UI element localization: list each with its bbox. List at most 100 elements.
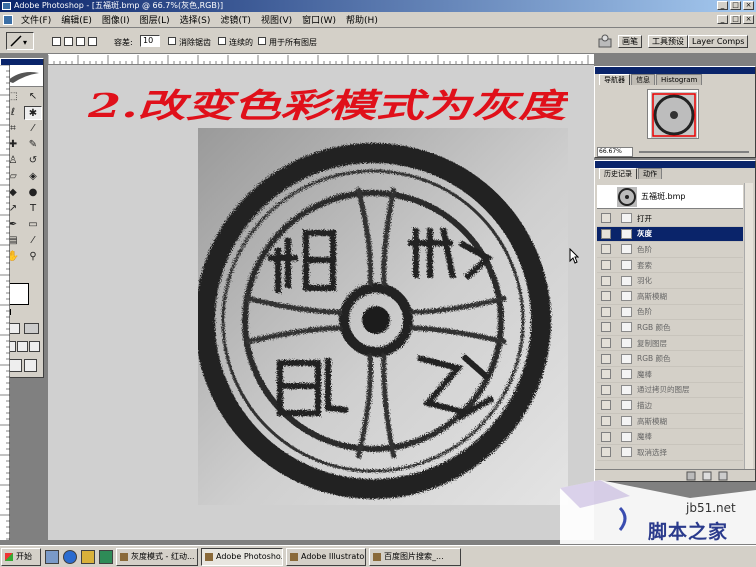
- history-brush-source-icon[interactable]: [601, 275, 611, 286]
- minimize-button[interactable]: _: [717, 1, 728, 10]
- taskbar-task-button[interactable]: Adobe Photosho...: [201, 547, 283, 566]
- subtract-selection-button[interactable]: [76, 37, 85, 46]
- tab-navigator[interactable]: 导航器: [599, 74, 630, 85]
- all-layers-checkbox[interactable]: [258, 37, 266, 45]
- tab-info[interactable]: 信息: [631, 74, 655, 85]
- zoom-tool-icon[interactable]: ⚲: [24, 250, 42, 264]
- dodge-tool-icon[interactable]: ●: [24, 186, 42, 200]
- history-brush-source-icon[interactable]: [601, 338, 611, 349]
- history-brush-source-icon[interactable]: [601, 431, 611, 442]
- palette-tab-layer-comps[interactable]: Layer Comps: [688, 35, 749, 48]
- history-brush-tool-icon[interactable]: ↺: [24, 154, 42, 168]
- history-brush-source-icon[interactable]: [601, 244, 611, 255]
- full-screen-menu-mode-icon[interactable]: [17, 341, 28, 352]
- new-selection-button[interactable]: [52, 37, 61, 46]
- intersect-selection-button[interactable]: [88, 37, 97, 46]
- tool-preset-picker[interactable]: ▾: [6, 32, 34, 50]
- foreground-color-swatch[interactable]: [7, 283, 29, 305]
- navigator-thumbnail[interactable]: [647, 89, 699, 139]
- history-step[interactable]: 魔棒: [597, 367, 743, 383]
- paint-bucket-tool-icon[interactable]: ◈: [24, 170, 42, 184]
- menu-help[interactable]: 帮助(H): [341, 13, 383, 26]
- history-step[interactable]: 羽化: [597, 273, 743, 289]
- history-brush-source-icon[interactable]: [601, 353, 611, 364]
- history-step[interactable]: 描边: [597, 398, 743, 414]
- tab-histogram[interactable]: Histogram: [656, 74, 703, 85]
- magic-wand-tool-icon[interactable]: ✱: [24, 106, 42, 120]
- eyedropper-tool-icon[interactable]: ⁄: [24, 234, 42, 248]
- history-step[interactable]: 套索: [597, 258, 743, 274]
- palette-tab-tool-presets[interactable]: 工具预设: [648, 35, 688, 48]
- screen-mode-buttons: [5, 341, 41, 353]
- doc-minimize-button[interactable]: _: [717, 15, 728, 24]
- palette-well-icon[interactable]: [598, 34, 612, 48]
- contiguous-checkbox[interactable]: [218, 37, 226, 45]
- history-scrollbar[interactable]: [744, 183, 753, 469]
- start-button[interactable]: 开始: [1, 547, 41, 566]
- history-brush-source-icon[interactable]: [601, 384, 611, 395]
- history-brush-source-icon[interactable]: [601, 322, 611, 333]
- maximize-button[interactable]: □: [730, 1, 741, 10]
- menu-view[interactable]: 视图(V): [256, 13, 297, 26]
- history-brush-source-icon[interactable]: [601, 228, 611, 239]
- menu-file[interactable]: 文件(F): [16, 13, 56, 26]
- history-snapshot[interactable]: 五福斑.bmp: [597, 185, 743, 209]
- quick-mask-mode-icon[interactable]: [24, 323, 39, 334]
- move-tool-icon[interactable]: ↖: [24, 90, 42, 104]
- history-step[interactable]: 灰度: [597, 226, 743, 243]
- history-step-label: 色阶: [637, 307, 652, 317]
- history-step[interactable]: 复制图层: [597, 336, 743, 352]
- history-brush-source-icon[interactable]: [601, 400, 611, 411]
- history-step[interactable]: 色阶: [597, 242, 743, 258]
- jump-to-app-icon[interactable]: [24, 359, 37, 372]
- taskbar-task-button[interactable]: Adobe Illustrator: [286, 547, 366, 566]
- history-brush-source-icon[interactable]: [601, 306, 611, 317]
- document-icon[interactable]: [3, 14, 13, 25]
- history-step[interactable]: 通过拷贝的图层: [597, 383, 743, 399]
- history-step[interactable]: 打开: [597, 211, 743, 227]
- history-step[interactable]: 高斯模糊: [597, 414, 743, 430]
- shape-tool-icon[interactable]: ▭: [24, 218, 42, 232]
- close-button[interactable]: ×: [743, 1, 754, 10]
- history-step[interactable]: RGB 颜色: [597, 320, 743, 336]
- palette-tab-brushes[interactable]: 画笔: [618, 35, 642, 48]
- menu-edit[interactable]: 编辑(E): [56, 13, 97, 26]
- quicklaunch-outlook-icon[interactable]: [81, 549, 95, 564]
- menu-select[interactable]: 选择(S): [175, 13, 216, 26]
- navigator-zoom-field[interactable]: 66.67%: [597, 147, 633, 157]
- tab-history[interactable]: 历史记录: [599, 168, 637, 179]
- history-step[interactable]: 色阶: [597, 305, 743, 321]
- history-step[interactable]: RGB 颜色: [597, 351, 743, 367]
- history-step[interactable]: 取消选择: [597, 445, 743, 461]
- history-step-label: RGB 颜色: [637, 322, 671, 332]
- add-selection-button[interactable]: [64, 37, 73, 46]
- history-brush-source-icon[interactable]: [601, 213, 611, 224]
- slice-tool-icon[interactable]: ⁄: [24, 122, 42, 136]
- tab-actions[interactable]: 动作: [638, 168, 662, 179]
- history-brush-source-icon[interactable]: [601, 447, 611, 458]
- history-brush-source-icon[interactable]: [601, 260, 611, 271]
- history-brush-source-icon[interactable]: [601, 369, 611, 380]
- menu-layer[interactable]: 图层(L): [135, 13, 175, 26]
- taskbar-task-button[interactable]: 灰度模式 - 红动...: [116, 547, 198, 566]
- tolerance-input[interactable]: 10: [140, 35, 160, 47]
- history-brush-source-icon[interactable]: [601, 291, 611, 302]
- quicklaunch-desktop-icon[interactable]: [45, 549, 59, 564]
- brush-tool-icon[interactable]: ✎: [24, 138, 42, 152]
- quicklaunch-media-icon[interactable]: [99, 549, 113, 564]
- navigator-zoom-slider[interactable]: [639, 151, 749, 153]
- document-image[interactable]: [195, 128, 568, 505]
- history-brush-source-icon[interactable]: [601, 416, 611, 427]
- full-screen-mode-icon[interactable]: [29, 341, 40, 352]
- history-step[interactable]: 魔棒: [597, 429, 743, 445]
- history-step[interactable]: 高斯模糊: [597, 289, 743, 305]
- doc-restore-button[interactable]: □: [730, 15, 741, 24]
- type-tool-icon[interactable]: T: [24, 202, 42, 216]
- anti-alias-checkbox[interactable]: [168, 37, 176, 45]
- menu-image[interactable]: 图像(I): [97, 13, 135, 26]
- quicklaunch-ie-icon[interactable]: [63, 549, 77, 564]
- menu-window[interactable]: 窗口(W): [297, 13, 341, 26]
- menu-filter[interactable]: 滤镜(T): [215, 13, 256, 26]
- doc-close-button[interactable]: ×: [743, 15, 754, 24]
- taskbar-task-button[interactable]: 百度图片搜索_...: [369, 547, 461, 566]
